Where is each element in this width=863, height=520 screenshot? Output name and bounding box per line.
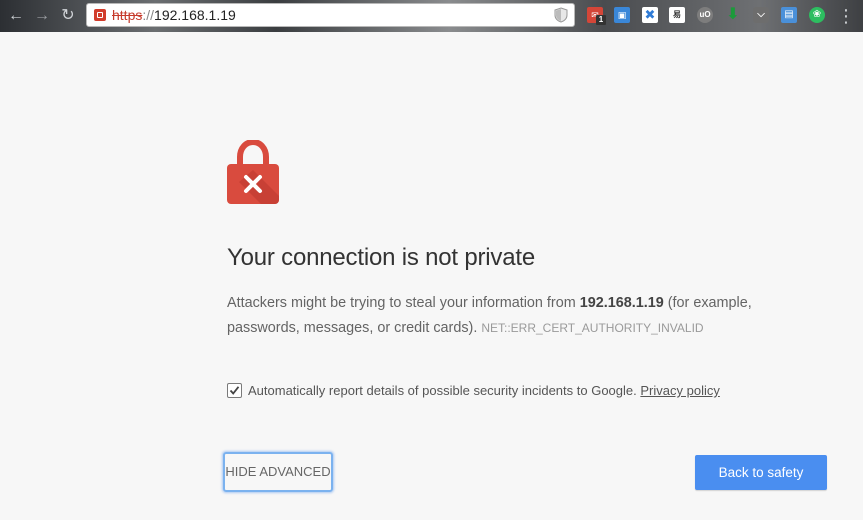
warning-host: 192.168.1.19: [579, 295, 664, 311]
extension-badge: 1: [596, 15, 606, 25]
browser-toolbar: ← → ↻ https://192.168.1.19 ✉ 1 ▣ ✖ 易 uO …: [0, 0, 863, 32]
warning-text-prefix: Attackers might be trying to steal your …: [227, 295, 580, 311]
forward-arrow-icon[interactable]: →: [32, 6, 52, 26]
url-scheme: https: [112, 7, 143, 23]
report-label-text: Automatically report details of possible…: [248, 383, 637, 398]
insecure-lock-icon[interactable]: [94, 9, 106, 21]
url-separator: ://: [142, 7, 155, 23]
url-host: 192.168.1.19: [154, 7, 236, 23]
reload-icon[interactable]: ↻: [58, 6, 78, 26]
error-code[interactable]: NET::ERR_CERT_AUTHORITY_INVALID: [481, 321, 703, 335]
address-bar[interactable]: https://192.168.1.19: [86, 3, 575, 27]
menu-icon[interactable]: ⋮: [836, 6, 856, 26]
shield-icon[interactable]: [554, 7, 568, 23]
back-to-safety-button[interactable]: Back to safety: [695, 455, 827, 490]
extension-translate-icon[interactable]: 易: [669, 7, 685, 23]
url-text[interactable]: https://192.168.1.19: [112, 7, 236, 23]
hide-advanced-button[interactable]: HIDE ADVANCED: [223, 452, 333, 492]
privacy-policy-link[interactable]: Privacy policy: [640, 383, 719, 398]
back-arrow-icon[interactable]: ←: [6, 6, 26, 26]
extension-evernote-icon[interactable]: ❀: [809, 7, 825, 23]
extension-ublock-icon[interactable]: uO: [697, 7, 713, 23]
extension-pocket-icon[interactable]: ⌵: [753, 7, 769, 23]
checkmark-icon: [229, 386, 240, 395]
report-checkbox[interactable]: [227, 383, 242, 398]
extension-download-arrow-icon[interactable]: ⬇: [725, 7, 741, 23]
extension-folder-icon[interactable]: ▤: [781, 7, 797, 23]
red-lock-error-icon: [227, 140, 279, 204]
warning-message: Attackers might be trying to steal your …: [227, 291, 827, 341]
report-checkbox-label: Automatically report details of possible…: [248, 383, 720, 398]
page-title: Your connection is not private: [227, 244, 535, 271]
extension-blue-x-icon[interactable]: ✖: [642, 7, 658, 23]
extension-window-icon[interactable]: ▣: [614, 7, 630, 23]
